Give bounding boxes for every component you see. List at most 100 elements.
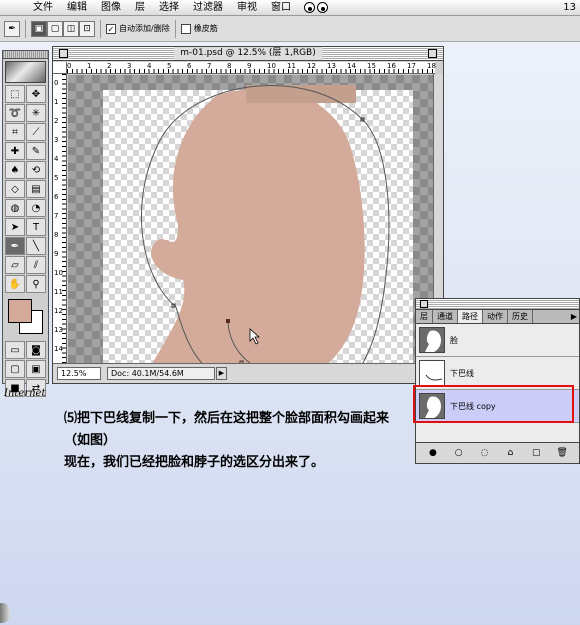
- canvas-artwork: [141, 84, 390, 363]
- new-path-mode-icon[interactable]: ▣: [31, 20, 47, 37]
- dodge-tool-icon[interactable]: ◔: [26, 199, 46, 217]
- menu-bar: 文件 编辑 图像 层 选择 过滤器 审视 窗口 13: [0, 0, 580, 16]
- ruler-tick-label: 4: [147, 62, 152, 70]
- clone-stamp-icon[interactable]: ♠: [5, 161, 25, 179]
- document-titlebar[interactable]: m-01.psd @ 12.5% (层 1,RGB): [53, 47, 443, 61]
- palette-tabs: 层 通道 路径 动作 历史 ▶: [416, 310, 579, 324]
- load-as-selection-icon[interactable]: ◌: [479, 447, 491, 459]
- status-menu-arrow-icon[interactable]: ▶: [216, 367, 227, 380]
- jaw-line-icon: [419, 360, 445, 386]
- ruler-tick-label: 8: [54, 231, 59, 239]
- blur-tool-icon[interactable]: ◍: [5, 199, 25, 217]
- ruler-tick-label: 0: [54, 79, 59, 87]
- tab-history[interactable]: 历史: [508, 310, 533, 323]
- brush-tool-icon[interactable]: ✎: [26, 142, 46, 160]
- slice-tool-icon[interactable]: ⟋: [26, 123, 46, 141]
- path-anchor: [226, 319, 230, 323]
- palette-close-icon[interactable]: [420, 300, 428, 308]
- ruler-tick-label: 2: [107, 62, 112, 70]
- menu-layer[interactable]: 层: [128, 0, 152, 16]
- marquee-tool-icon[interactable]: ⬚: [5, 85, 25, 103]
- standard-mode-icon[interactable]: ▭: [5, 341, 25, 359]
- palette-menu-arrow-icon[interactable]: ▶: [571, 312, 577, 321]
- hand-tool-icon[interactable]: ✋: [5, 275, 25, 293]
- tab-channels[interactable]: 通道: [433, 310, 458, 323]
- magic-wand-tool-icon[interactable]: ✳: [26, 104, 46, 122]
- zoom-tool-icon[interactable]: ⚲: [26, 275, 46, 293]
- path-name: 脸: [450, 335, 458, 345]
- ruler-tick-label: 10: [267, 62, 276, 70]
- tool-palette-titlebar[interactable]: [3, 51, 48, 59]
- close-box-icon[interactable]: [59, 49, 68, 58]
- notes-tool-icon[interactable]: ▱: [5, 256, 25, 274]
- ruler-tick-label: 16: [387, 62, 396, 70]
- subtract-path-mode-icon[interactable]: ◫: [63, 20, 79, 37]
- menu-window[interactable]: 窗口: [264, 0, 298, 16]
- screen-mode-full-icon[interactable]: ▣: [26, 360, 46, 378]
- fill-path-icon[interactable]: ●: [427, 447, 439, 459]
- line-tool-icon[interactable]: ╲: [26, 237, 46, 255]
- feather-logo-icon[interactable]: [5, 61, 46, 83]
- tab-paths[interactable]: 路径: [458, 310, 483, 323]
- path-select-tool-icon[interactable]: ➤: [5, 218, 25, 236]
- zoom-box-icon[interactable]: [428, 49, 437, 58]
- menu-image[interactable]: 图像: [94, 0, 128, 16]
- quick-mask-icon[interactable]: ◙: [26, 341, 46, 359]
- lasso-tool-icon[interactable]: ➰: [5, 104, 25, 122]
- caption-line-2: 现在，我们已经把脸和脖子的选区分出来了。: [64, 455, 325, 470]
- hair-shadow: [246, 85, 356, 103]
- trash-icon[interactable]: 🗑: [556, 447, 568, 459]
- paths-palette-buttons: ● ○ ◌ ⌂ ▢ 🗑: [415, 442, 580, 464]
- menu-select[interactable]: 选择: [152, 0, 186, 16]
- menu-edit[interactable]: 编辑: [60, 0, 94, 16]
- healing-brush-icon[interactable]: ✚: [5, 142, 25, 160]
- paths-palette-titlebar[interactable]: [416, 299, 579, 310]
- horizontal-ruler[interactable]: 0 1 2 3 4 5 6 7 8 9 10 11 12 13 14 15 16 17 18: [67, 62, 436, 74]
- crop-tool-icon[interactable]: ⌗: [5, 123, 25, 141]
- ruler-origin[interactable]: [53, 62, 67, 74]
- menu-filter[interactable]: 过滤器: [186, 0, 230, 16]
- eraser-tool-icon[interactable]: ◇: [5, 180, 25, 198]
- face-silhouette-icon: [419, 327, 445, 353]
- zoom-level-field[interactable]: 12.5%: [57, 367, 101, 380]
- ruler-tick-label: 7: [207, 62, 212, 70]
- ruler-tick-label: 0: [67, 62, 72, 70]
- stroke-path-icon[interactable]: ○: [453, 447, 465, 459]
- gradient-tool-icon[interactable]: ▤: [26, 180, 46, 198]
- move-tool-icon[interactable]: ✥: [26, 85, 46, 103]
- eyedropper-tool-icon[interactable]: ⫽: [26, 256, 46, 274]
- type-tool-icon[interactable]: T: [26, 218, 46, 236]
- pen-tool-active-icon[interactable]: ✒: [5, 237, 25, 255]
- highlight-annotation: [413, 385, 574, 423]
- tab-layers[interactable]: 层: [416, 310, 433, 323]
- new-path-icon[interactable]: ▢: [530, 447, 542, 459]
- history-brush-icon[interactable]: ⟲: [26, 161, 46, 179]
- path-anchor: [171, 303, 176, 308]
- ruler-tick-label: 7: [54, 212, 59, 220]
- ruler-tick-label: 3: [54, 136, 59, 144]
- image-canvas[interactable]: [68, 75, 434, 363]
- checkmark-icon: ✓: [106, 23, 116, 34]
- foreground-color-swatch[interactable]: [8, 299, 32, 323]
- ruler-tick-label: 13: [54, 326, 63, 334]
- ruler-tick-label: 4: [54, 155, 59, 163]
- add-path-mode-icon[interactable]: ▢: [47, 20, 63, 37]
- menu-file[interactable]: 文件: [26, 0, 60, 16]
- rubber-band-checkbox[interactable]: 橡皮筋: [180, 23, 218, 34]
- tab-actions[interactable]: 动作: [483, 310, 508, 323]
- vertical-ruler[interactable]: 0 1 2 3 4 5 6 7 8 9 10 11 12 13 14: [53, 74, 67, 363]
- ruler-tick-label: 1: [54, 98, 59, 106]
- menu-view[interactable]: 审视: [230, 0, 264, 16]
- ruler-tick-label: 14: [347, 62, 356, 70]
- path-item-face[interactable]: 脸: [416, 324, 579, 357]
- rubber-band-label: 橡皮筋: [193, 24, 218, 33]
- paths-palette: 层 通道 路径 动作 历史 ▶ 脸 下巴线: [415, 298, 580, 390]
- pen-tool-icon[interactable]: ✒: [4, 20, 20, 37]
- color-swatches[interactable]: [5, 297, 46, 337]
- document-title: m-01.psd @ 12.5% (层 1,RGB): [174, 47, 322, 60]
- intersect-path-mode-icon[interactable]: ⊡: [79, 20, 95, 37]
- auto-add-delete-checkbox[interactable]: ✓ 自动添加/删除: [106, 23, 170, 34]
- ruler-tick-label: 11: [287, 62, 296, 70]
- make-work-path-icon[interactable]: ⌂: [504, 447, 516, 459]
- screen-mode-standard-icon[interactable]: ▢: [5, 360, 25, 378]
